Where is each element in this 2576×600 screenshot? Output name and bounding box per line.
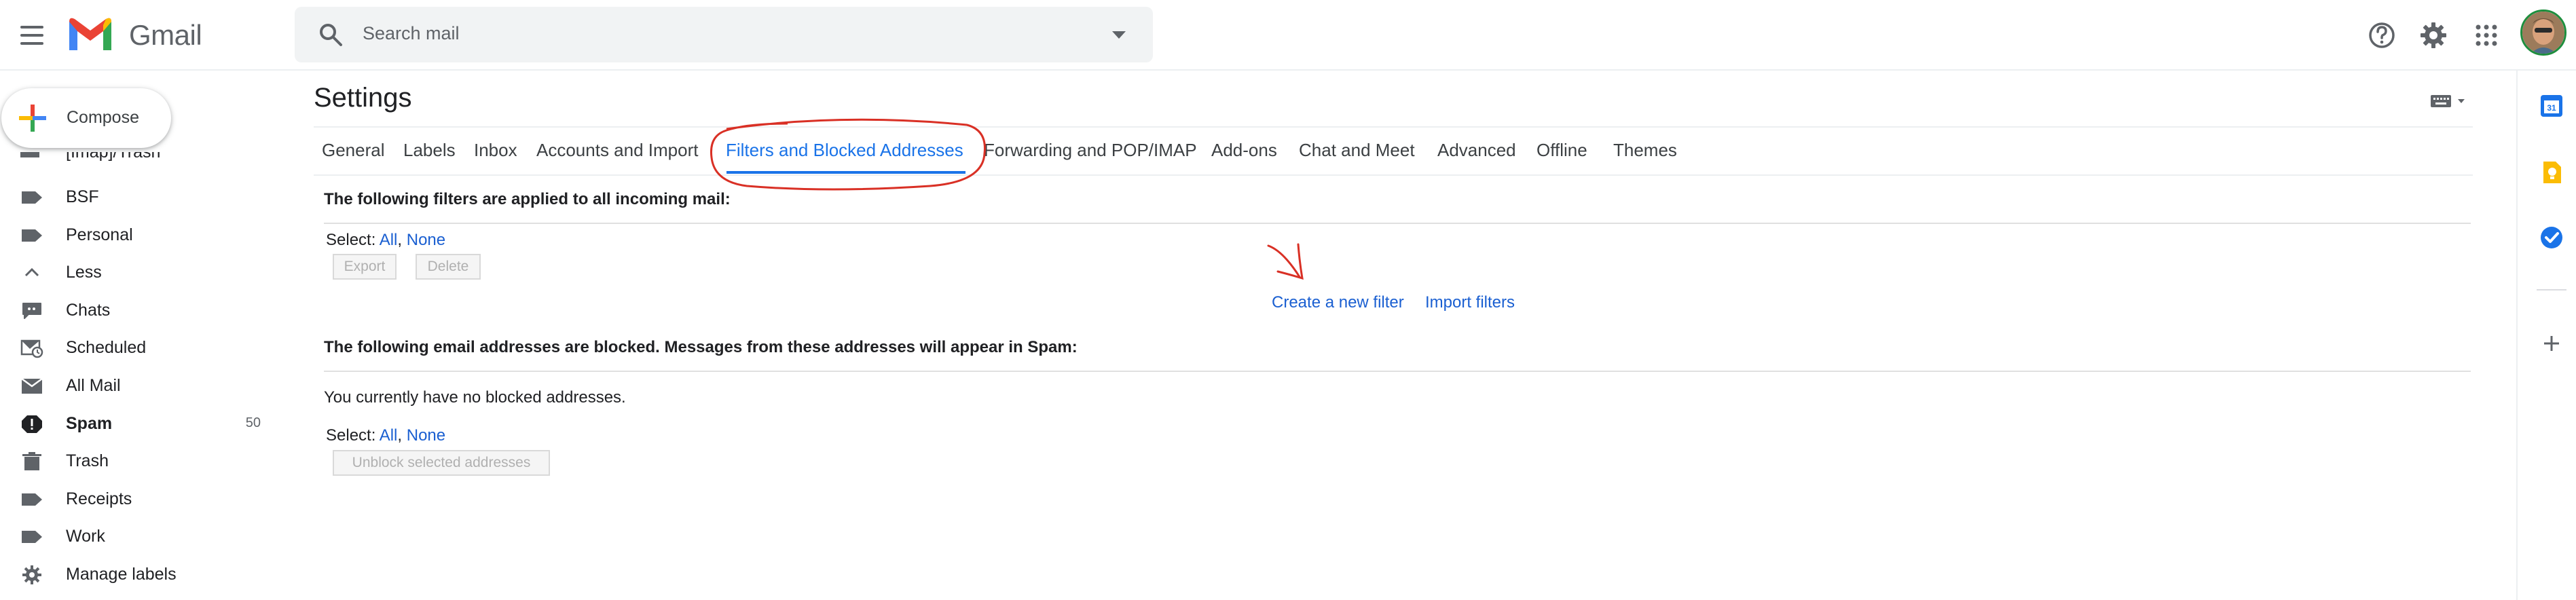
annotation-ellipse-icon [710, 118, 986, 191]
sidebar-item-personal[interactable]: Personal [0, 216, 285, 254]
keep-icon[interactable] [2538, 159, 2565, 186]
label-icon [20, 527, 43, 547]
gear-icon [20, 565, 43, 585]
top-bar: Gmail Search mail [0, 0, 2576, 71]
search-options-icon[interactable] [1112, 31, 1126, 39]
sidebar-item-label: Trash [66, 451, 109, 470]
filters-divider [324, 223, 2471, 224]
sidebar-item-receipts[interactable]: Receipts [0, 480, 285, 518]
tab-general[interactable]: General [322, 140, 385, 161]
sidebar-item-bsf[interactable]: BSF [0, 178, 285, 216]
sidebar-item-label: All Mail [66, 376, 121, 395]
avatar-photo-icon [2522, 12, 2564, 54]
blocked-divider [324, 371, 2471, 372]
compose-plus-icon [19, 105, 46, 132]
select-label: Select: [326, 231, 376, 249]
settings-gear-icon[interactable] [2414, 16, 2452, 54]
sidebar-item-label: Receipts [66, 489, 132, 508]
sidebar-item-label: BSF [66, 187, 99, 206]
select-label: Select: [326, 426, 376, 445]
input-tools-icon[interactable] [2429, 91, 2470, 111]
settings-tabs-divider [314, 174, 2473, 176]
select-all-link[interactable]: All [380, 231, 398, 249]
menu-line [20, 26, 43, 29]
tab-inbox[interactable]: Inbox [474, 140, 517, 161]
select-none-link[interactable]: None [407, 426, 445, 445]
tasks-icon[interactable] [2538, 224, 2565, 251]
page-title: Settings [314, 83, 412, 113]
tab-themes[interactable]: Themes [1613, 140, 1677, 161]
gmail-logo-icon[interactable] [67, 15, 114, 53]
select-separator: , [397, 231, 403, 249]
settings-top-divider [314, 126, 2473, 128]
add-addon-plus-icon[interactable] [2538, 330, 2565, 357]
sidebar-item-label: Less [66, 263, 102, 282]
tab-add-ons[interactable]: Add-ons [1211, 140, 1277, 161]
scheduled-icon [20, 338, 43, 358]
search-icon[interactable] [316, 20, 345, 49]
tab-chat-and-meet[interactable]: Chat and Meet [1299, 140, 1415, 161]
tab-forwarding-and-pop-imap[interactable]: Forwarding and POP/IMAP [984, 140, 1197, 161]
help-icon[interactable] [2363, 16, 2401, 54]
search-input[interactable]: Search mail [363, 23, 460, 44]
sidebar-item-label: Spam [66, 414, 113, 433]
sidebar-item-label: Scheduled [66, 338, 147, 357]
sidebar-item-label: Work [66, 527, 105, 546]
label-icon [20, 187, 43, 208]
compose-label: Compose [67, 108, 139, 127]
label-icon [20, 152, 39, 157]
delete-button[interactable]: Delete [416, 254, 481, 280]
spam-icon [20, 414, 43, 434]
filters-heading: The following filters are applied to all… [324, 190, 731, 208]
tab-offline[interactable]: Offline [1537, 140, 1587, 161]
import-filters-link[interactable]: Import filters [1425, 293, 1515, 312]
export-button[interactable]: Export [333, 254, 397, 280]
sidebar-item-all-mail[interactable]: All Mail [0, 367, 285, 405]
brand-name: Gmail [129, 19, 202, 51]
main-menu-button[interactable] [16, 18, 52, 53]
select-all-link[interactable]: All [380, 426, 398, 445]
side-panel-divider [2516, 71, 2518, 600]
unblock-selected-button[interactable]: Unblock selected addresses [333, 450, 550, 476]
tab-advanced[interactable]: Advanced [1437, 140, 1516, 161]
sidebar-item-manage-labels[interactable]: Manage labels [0, 555, 285, 593]
label-icon [20, 489, 43, 510]
create-filter-link[interactable]: Create a new filter [1272, 293, 1404, 312]
account-avatar[interactable] [2520, 10, 2566, 56]
sidebar-item-less[interactable]: Less [0, 253, 285, 291]
chat-icon [20, 301, 43, 321]
tab-labels[interactable]: Labels [403, 140, 456, 161]
menu-line [20, 34, 43, 37]
apps-grid-icon[interactable] [2467, 16, 2505, 54]
menu-line [20, 42, 43, 45]
chevron-up-icon [20, 263, 43, 283]
svg-text:31: 31 [2547, 103, 2556, 113]
sidebar-item-work[interactable]: Work [0, 517, 285, 555]
sidebar-item-chats[interactable]: Chats [0, 291, 285, 329]
sidebar-item-spam[interactable]: Spam 50 [0, 405, 285, 443]
sidebar-item-label: Chats [66, 301, 111, 320]
unread-count: 50 [245, 415, 261, 430]
select-none-link[interactable]: None [407, 231, 445, 249]
compose-button[interactable]: Compose [1, 88, 171, 148]
mail-icon [20, 376, 43, 396]
label-icon [20, 225, 43, 246]
calendar-icon[interactable]: 31 [2538, 92, 2565, 119]
sidebar-item-trash[interactable]: Trash [0, 442, 285, 480]
sidebar-item-label: Manage labels [66, 565, 177, 584]
blocked-heading: The following email addresses are blocke… [324, 338, 1078, 356]
filters-select-row: Select: All, None [326, 231, 445, 250]
no-blocked-text: You currently have no blocked addresses. [324, 388, 626, 407]
search-bar[interactable]: Search mail [295, 7, 1153, 62]
annotation-arrow-icon [1267, 243, 1304, 280]
sidebar-item-label: [Imap]/Trash [66, 152, 161, 162]
side-panel-separator [2537, 289, 2566, 290]
select-separator: , [397, 426, 403, 445]
trash-icon [20, 451, 43, 472]
tab-accounts-and-import[interactable]: Accounts and Import [536, 140, 698, 161]
sidebar-item-scheduled[interactable]: Scheduled [0, 329, 285, 367]
sidebar-item-label: Personal [66, 225, 133, 244]
sidebar-item-trash-partial[interactable]: [Imap]/Trash [0, 152, 285, 170]
blocked-select-row: Select: All, None [326, 426, 445, 445]
